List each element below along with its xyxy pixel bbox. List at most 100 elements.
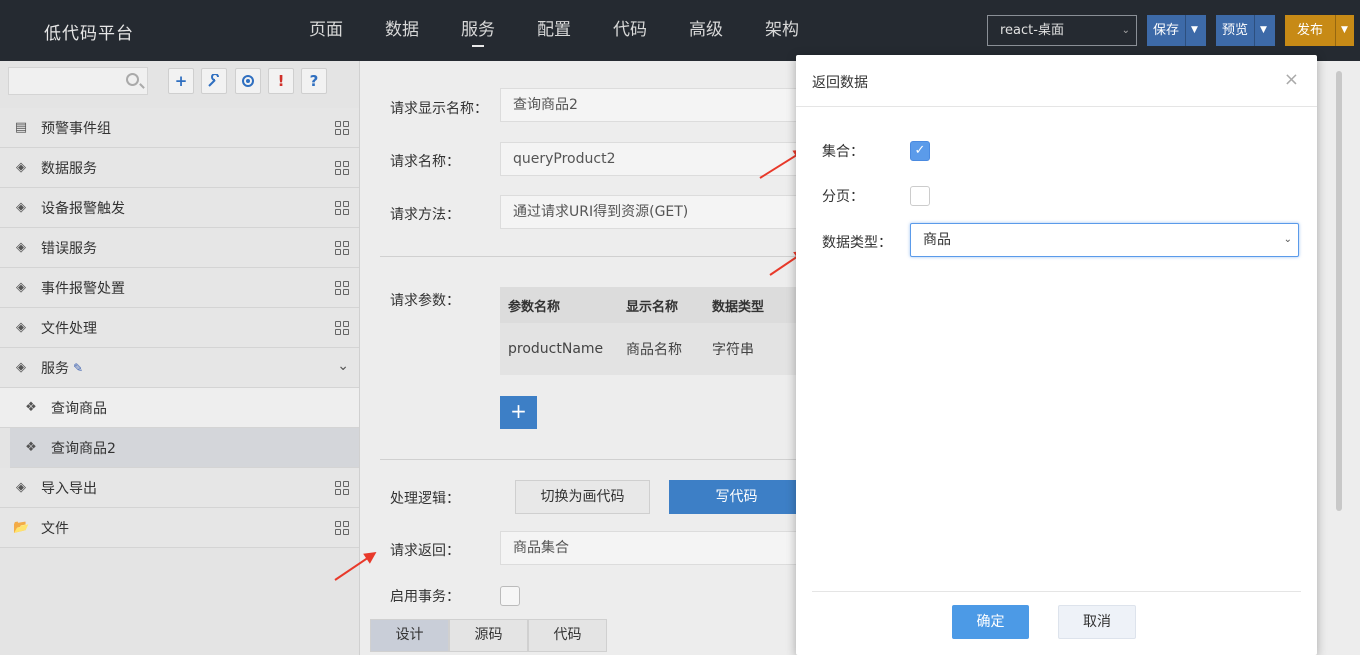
publish-button[interactable]: 发布 ▼	[1285, 15, 1354, 46]
tree-item-label: 错误服务	[41, 240, 97, 257]
tree-item-label: 查询商品	[51, 400, 107, 417]
tree-item[interactable]: ◈ 文件处理	[0, 308, 359, 348]
preview-label: 预览	[1222, 23, 1249, 38]
params-label: 请求参数：	[390, 293, 460, 309]
tree-item-service[interactable]: ◈ 服务 ✎ ⌄	[0, 348, 359, 388]
tree-item-label: 服务	[41, 360, 69, 377]
divider	[796, 106, 1317, 107]
nav-service[interactable]: 服务	[440, 0, 516, 61]
grid-icon[interactable]	[335, 481, 349, 495]
tree-item[interactable]: ◈ 事件报警处置	[0, 268, 359, 308]
tree-item-label: 设备报警触发	[41, 200, 125, 217]
grid-icon[interactable]	[335, 241, 349, 255]
tree-item[interactable]: ◈ 导入导出	[0, 468, 359, 508]
tree-item[interactable]: ◈ 设备报警触发	[0, 188, 359, 228]
col-header: 数据类型	[712, 299, 765, 315]
tree-item-label: 导入导出	[41, 480, 97, 497]
tree-item[interactable]: 📂 文件	[0, 508, 359, 548]
divider	[812, 591, 1301, 592]
chevron-down-icon: ⌄	[1121, 25, 1130, 36]
layers-icon: ◈	[16, 199, 26, 215]
grid-icon[interactable]	[335, 521, 349, 535]
publish-label: 发布	[1297, 23, 1324, 38]
collection-checkbox[interactable]: ✓	[910, 141, 930, 161]
paging-checkbox[interactable]	[910, 186, 930, 206]
nav-code[interactable]: 代码	[592, 0, 668, 61]
tab-design[interactable]: 设计	[370, 619, 449, 652]
top-bar: 低代码平台 页面 数据 服务 配置 代码 高级 架构 react-桌面 ⌄ 保存…	[0, 0, 1360, 61]
tree-item[interactable]: ◈ 错误服务	[0, 228, 359, 268]
caret-down-icon[interactable]: ▼	[1254, 15, 1272, 46]
preview-button[interactable]: 预览 ▼	[1216, 15, 1275, 46]
col-header: 参数名称	[508, 299, 561, 315]
save-button[interactable]: 保存 ▼	[1147, 15, 1206, 46]
grid-icon: ❖	[25, 399, 37, 415]
tree-item-child[interactable]: ❖ 查询商品	[0, 388, 359, 428]
tree-item-label: 查询商品2	[51, 440, 116, 457]
env-select[interactable]: react-桌面 ⌄	[987, 15, 1137, 46]
col-header: 显示名称	[626, 299, 679, 315]
data-type-label: 数据类型：	[822, 235, 892, 251]
tab-code[interactable]: 代码	[528, 619, 607, 652]
layers-icon: ◈	[16, 279, 26, 295]
tree-item-child-selected[interactable]: ❖ 查询商品2	[10, 428, 359, 468]
tab-source[interactable]: 源码	[449, 619, 528, 652]
nav-advanced[interactable]: 高级	[668, 0, 744, 61]
tree-item-label: 文件处理	[41, 320, 97, 337]
transaction-checkbox[interactable]	[500, 586, 520, 606]
tree-item-label: 数据服务	[41, 160, 97, 177]
collection-label: 集合：	[822, 144, 864, 160]
cancel-button[interactable]: 取消	[1058, 605, 1136, 639]
bottom-tabs: 设计 源码 代码	[370, 619, 607, 652]
grid-icon[interactable]	[335, 161, 349, 175]
transaction-label: 启用事务：	[390, 589, 460, 605]
scrollbar[interactable]	[1336, 71, 1342, 511]
env-select-value: react-桌面	[1000, 23, 1064, 38]
params-table: 参数名称 显示名称 数据类型 productName 商品名称 字符串	[500, 287, 800, 375]
paging-label: 分页：	[822, 189, 864, 205]
sidebar: + ! ? ▤ 预警事件组 ◈ 数据服务 ◈ 设备报警触发 ◈ 错误服务 ◈ 事…	[0, 61, 360, 655]
grid-icon[interactable]	[335, 281, 349, 295]
help-icon[interactable]: ?	[301, 68, 327, 94]
add-icon[interactable]: +	[168, 68, 194, 94]
switch-visual-code-button[interactable]: 切换为画代码	[515, 480, 650, 514]
tree-item-label: 事件报警处置	[41, 280, 125, 297]
grid-icon[interactable]	[335, 121, 349, 135]
grid-icon[interactable]	[335, 321, 349, 335]
write-code-button[interactable]: 写代码	[669, 480, 804, 514]
settings-icon[interactable]	[235, 68, 261, 94]
data-type-select[interactable]: 商品 ⌄	[910, 223, 1299, 257]
list-icon: ▤	[14, 119, 28, 135]
cell: productName	[508, 341, 604, 357]
return-label: 请求返回：	[390, 543, 460, 559]
caret-down-icon[interactable]: ▼	[1185, 15, 1203, 46]
add-param-button[interactable]: +	[500, 396, 537, 429]
cell: 商品名称	[626, 342, 682, 358]
wrench-icon[interactable]	[201, 68, 227, 94]
chevron-down-icon: ⌄	[1283, 234, 1292, 245]
return-data-dialog: 返回数据 × 集合： ✓ 分页： 数据类型： 商品 ⌄ 确定 取消	[796, 55, 1317, 655]
close-icon[interactable]: ×	[1284, 69, 1299, 90]
brand-title: 低代码平台	[44, 24, 134, 44]
chevron-down-icon[interactable]: ⌄	[337, 358, 349, 374]
layers-icon: ◈	[16, 359, 26, 375]
sidebar-search-input[interactable]	[8, 67, 148, 95]
grid-icon[interactable]	[335, 201, 349, 215]
tree-item[interactable]: ▤ 预警事件组	[0, 108, 359, 148]
caret-down-icon[interactable]: ▼	[1335, 15, 1353, 46]
dialog-title: 返回数据	[812, 75, 868, 91]
warning-icon[interactable]: !	[268, 68, 294, 94]
tree-item[interactable]: ◈ 数据服务	[0, 148, 359, 188]
grid-icon: ❖	[25, 439, 37, 455]
layers-icon: ◈	[16, 159, 26, 175]
pencil-icon[interactable]: ✎	[73, 361, 83, 375]
service-tree: ▤ 预警事件组 ◈ 数据服务 ◈ 设备报警触发 ◈ 错误服务 ◈ 事件报警处置 …	[0, 108, 359, 548]
confirm-button[interactable]: 确定	[952, 605, 1029, 639]
layers-icon: ◈	[16, 239, 26, 255]
nav-architecture[interactable]: 架构	[744, 0, 820, 61]
save-label: 保存	[1153, 23, 1180, 38]
nav-config[interactable]: 配置	[516, 0, 592, 61]
nav-data[interactable]: 数据	[364, 0, 440, 61]
nav-page[interactable]: 页面	[288, 0, 364, 61]
table-row[interactable]: productName 商品名称 字符串	[500, 323, 800, 375]
